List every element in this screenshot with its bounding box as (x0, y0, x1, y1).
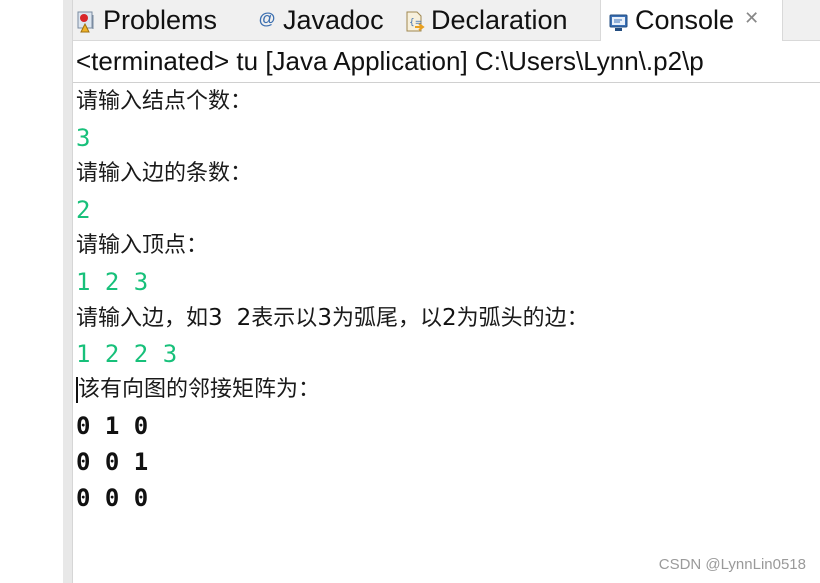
prompt-number: 3 (208, 305, 223, 331)
prompt-text: 表示以 (251, 306, 318, 331)
problems-icon (77, 9, 97, 33)
user-input-line: 2 (76, 196, 91, 224)
user-input-line: 1 2 3 (76, 268, 149, 296)
result-label-line: 该有向图的邻接矩阵为： (76, 372, 816, 408)
watermark: CSDN @LynnLin0518 (658, 556, 806, 573)
matrix-row: 0 0 0 (76, 484, 149, 512)
tab-label: Problems (103, 4, 218, 35)
tab-label: Declaration (431, 4, 568, 35)
tab-problems[interactable]: Problems (77, 0, 217, 40)
matrix-row: 0 0 1 (76, 448, 149, 476)
result-label: 该有向图的邻接矩阵为： (78, 377, 321, 402)
tab-label: Console (635, 5, 735, 35)
matrix-row: 0 1 0 (76, 412, 149, 440)
view-tab-bar: Problems @ Javadoc {= Declaration Consol… (73, 0, 820, 41)
declaration-icon: {= (405, 9, 425, 32)
tab-javadoc[interactable]: @ Javadoc (257, 0, 384, 40)
user-input-line: 3 (76, 124, 91, 152)
prompt-text: 为弧头的边： (456, 306, 589, 331)
tab-label: Javadoc (283, 4, 384, 35)
prompt-number: 2 (441, 305, 457, 331)
javadoc-at-icon: @ (258, 9, 276, 28)
prompt-line: 请输入结点个数： (76, 89, 253, 114)
close-icon[interactable]: ✕ (744, 8, 759, 29)
prompt-text: 请输入边，如 (76, 306, 209, 331)
console-process-header: <terminated> tu [Java Application] C:\Us… (73, 41, 820, 83)
prompt-line: 请输入边的条数： (76, 161, 253, 186)
prompt-number: 2 (236, 305, 252, 331)
prompt-number: 3 (317, 305, 332, 331)
console-output[interactable]: 请输入结点个数： 3 请输入边的条数： 2 请输入顶点： 1 2 3 请输入边，… (76, 84, 816, 516)
console-monitor-icon (609, 10, 629, 32)
prompt-line: 请输入边，如3 2表示以3为弧尾，以2为弧头的边： (76, 300, 816, 336)
user-input-line: 1 2 2 3 (76, 340, 178, 368)
tab-declaration[interactable]: {= Declaration (405, 0, 568, 40)
tab-console[interactable]: Console ✕ (600, 0, 783, 41)
left-margin (0, 0, 63, 583)
prompt-line: 请输入顶点： (76, 233, 209, 258)
editor-side-strip (63, 0, 73, 583)
prompt-text: 为弧尾，以 (331, 306, 442, 331)
